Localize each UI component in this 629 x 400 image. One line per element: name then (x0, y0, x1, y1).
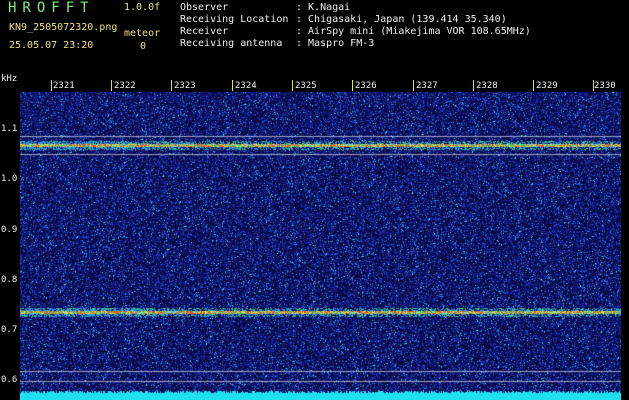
minute-marker (473, 80, 474, 91)
x-tick-label: 2321 (53, 81, 75, 91)
minute-marker (111, 80, 112, 91)
info-value-observer: : K.Nagai (296, 2, 351, 13)
info-key-receiver: Receiver (180, 26, 229, 37)
y-tick-label: 0.6 (1, 375, 18, 385)
info-key-observer: Observer (180, 2, 229, 13)
spectrogram-panel (20, 92, 621, 400)
minute-marker (413, 80, 414, 91)
minute-marker (171, 80, 172, 91)
x-tick-label: 2324 (235, 81, 257, 91)
meteor-label: meteor (124, 28, 161, 39)
minute-marker (232, 80, 233, 91)
fps-label: 1.0.0f (124, 2, 161, 13)
info-key-antenna: Receiving antenna (180, 38, 283, 49)
minute-marker (352, 80, 353, 91)
y-tick-label: 0.7 (1, 325, 18, 335)
x-tick-label: 2328 (476, 81, 498, 91)
header-panel: HROFFT 1.0.0f KN9_2505072320.png meteor … (0, 0, 629, 72)
meteor-count: 0 (140, 41, 147, 52)
y-tick-label: 0.8 (1, 275, 18, 285)
minute-marker (593, 80, 594, 91)
x-tick-label: 2329 (536, 81, 558, 91)
info-value-receiver: : AirSpy mini (Miakejima VOR 108.65MHz) (296, 26, 531, 37)
minute-marker (51, 80, 52, 91)
x-tick-label: 2330 (594, 81, 616, 91)
file-name: KN9_2505072320.png (9, 22, 118, 33)
y-tick-label: 1.0 (1, 174, 18, 184)
spectrogram-canvas (20, 92, 621, 400)
timestamp: 25.05.07 23:20 (9, 40, 94, 51)
y-axis-unit: kHz (1, 74, 18, 84)
x-tick-label: 2322 (114, 81, 136, 91)
x-tick-label: 2327 (416, 81, 438, 91)
info-value-location: : Chigasaki, Japan (139.414 35.340) (296, 14, 507, 25)
info-key-location: Receiving Location (180, 14, 289, 25)
y-tick-label: 1.1 (1, 124, 18, 134)
app-title: HROFFT (8, 0, 95, 16)
x-tick-label: 2325 (295, 81, 317, 91)
x-tick-label: 2326 (355, 81, 377, 91)
minute-marker (533, 80, 534, 91)
y-tick-label: 0.9 (1, 225, 18, 235)
x-tick-label: 2323 (174, 81, 196, 91)
info-value-antenna: : Maspro FM-3 (296, 38, 375, 49)
minute-marker (292, 80, 293, 91)
